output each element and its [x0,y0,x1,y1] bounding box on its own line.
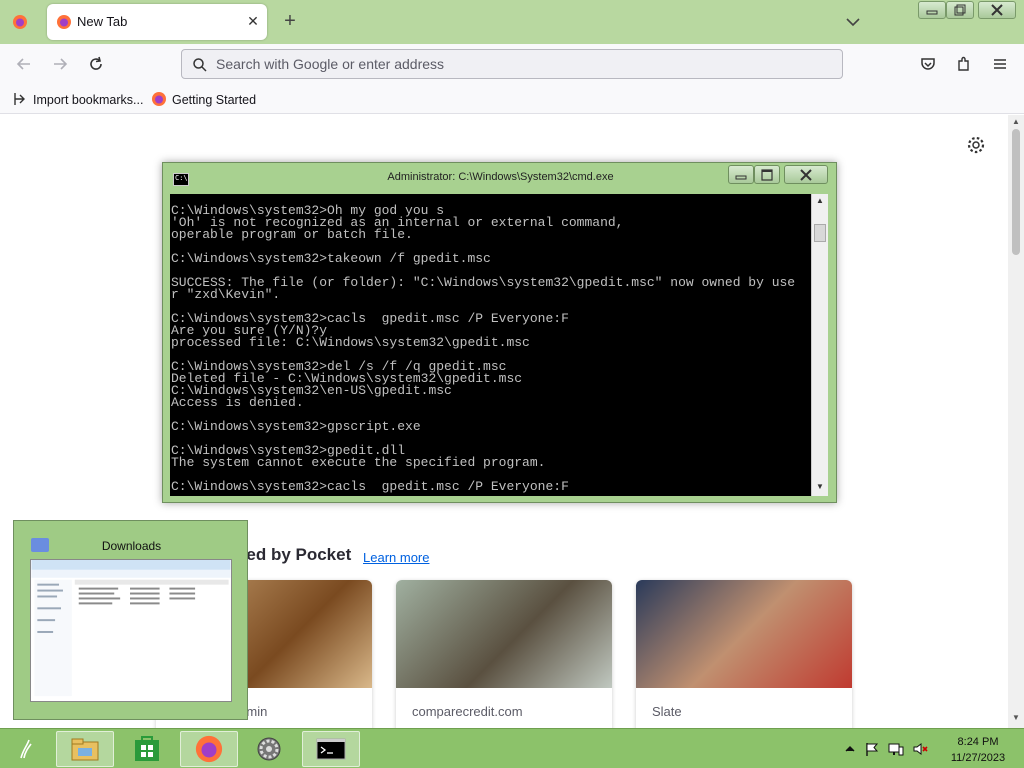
scrollbar-thumb[interactable] [814,224,826,242]
tab-close-icon[interactable]: ✕ [243,11,263,31]
cmd-close-button[interactable] [784,165,828,184]
start-button[interactable] [0,731,50,767]
tab-title: New Tab [77,14,128,29]
bookmark-import[interactable]: Import bookmarks... [12,91,143,107]
clock-time: 8:24 PM [957,736,999,748]
network-icon[interactable] [888,741,904,757]
forward-arrow-icon[interactable] [50,54,70,74]
scroll-up-icon[interactable]: ▲ [1012,117,1020,126]
taskbar-settings[interactable] [240,731,298,767]
card-image [636,580,852,688]
page-scrollbar[interactable]: ▲ ▼ [1008,115,1024,728]
start-icon [20,739,32,759]
scroll-up-icon[interactable]: ▲ [816,196,824,205]
chevron-down-icon[interactable] [843,12,863,32]
firefox-icon [57,15,71,29]
thumbnail-title: Downloads [101,539,162,553]
gear-icon [257,737,281,761]
minimize-icon [735,175,747,179]
taskbar-firefox[interactable] [180,731,238,767]
window-close-button[interactable] [978,1,1016,19]
scrollbar-thumb[interactable] [1012,129,1020,255]
taskbar-store[interactable] [118,731,176,767]
scroll-down-icon[interactable]: ▼ [1012,713,1020,722]
pocket-icon[interactable] [918,54,938,74]
tab-new-tab[interactable]: New Tab ✕ [47,4,267,40]
pocket-heading: ded by Pocket [236,545,352,564]
gear-icon[interactable] [966,135,986,155]
taskbar-thumbnail-preview[interactable]: Downloads [13,520,248,720]
learn-more-link[interactable]: Learn more [363,550,429,565]
bookmark-label: Getting Started [172,93,257,107]
clock-date: 11/27/2023 [950,752,1006,764]
folder-icon [71,738,99,761]
pocket-card[interactable]: comparecredit.com [396,580,612,728]
bookmarks-toolbar: Import bookmarks... Getting Started [0,84,1024,114]
cmd-maximize-button[interactable] [754,165,780,184]
browser-tab-bar: New Tab ✕ + [0,0,1024,44]
reload-icon[interactable] [86,54,106,74]
card-image [396,580,612,688]
extensions-icon[interactable] [954,54,974,74]
scroll-down-icon[interactable]: ▼ [816,482,824,491]
maximize-icon [761,168,773,181]
import-icon [14,93,25,105]
cmd-minimize-button[interactable] [728,165,754,184]
taskbar-cmd[interactable] [302,731,360,767]
taskbar-clock[interactable]: 8:24 PM 11/27/2023 [938,734,1018,766]
flag-icon[interactable] [864,741,880,757]
explorer-window-preview [30,559,232,702]
firefox-icon [195,735,223,763]
volume-muted-icon[interactable] [912,741,928,757]
console-output-area[interactable]: C:\Windows\system32>Oh my god you s 'Oh'… [170,194,818,496]
new-tab-button[interactable]: + [279,10,301,32]
cmd-icon [316,738,346,760]
cmd-scrollbar[interactable]: ▲ ▼ [811,194,828,496]
back-arrow-icon[interactable] [14,54,34,74]
card-source: comparecredit.com [412,704,523,719]
cmd-window[interactable]: C:\ Administrator: C:\Windows\System32\c… [162,162,837,503]
store-icon [135,736,159,761]
search-input[interactable] [216,54,816,74]
close-icon [800,168,812,181]
firefox-icon[interactable] [12,14,28,30]
address-bar[interactable] [181,49,843,79]
bookmark-getting-started[interactable]: Getting Started [151,91,256,107]
minimize-icon [926,10,938,15]
close-icon [991,4,1003,16]
window-minimize-button[interactable] [918,1,946,19]
bookmark-label: Import bookmarks... [33,93,144,107]
show-hidden-icons-icon[interactable] [842,741,858,757]
pocket-card[interactable]: Slate [636,580,852,728]
taskbar: 8:24 PM 11/27/2023 [0,728,1024,768]
taskbar-file-explorer[interactable] [56,731,114,767]
console-text: C:\Windows\system32>Oh my god you s 'Oh'… [171,203,796,494]
restore-icon [954,4,966,16]
card-source: Slate [652,704,682,719]
firefox-icon [152,92,166,106]
menu-icon[interactable] [990,54,1010,74]
window-restore-button[interactable] [946,1,974,19]
search-icon [193,58,207,72]
